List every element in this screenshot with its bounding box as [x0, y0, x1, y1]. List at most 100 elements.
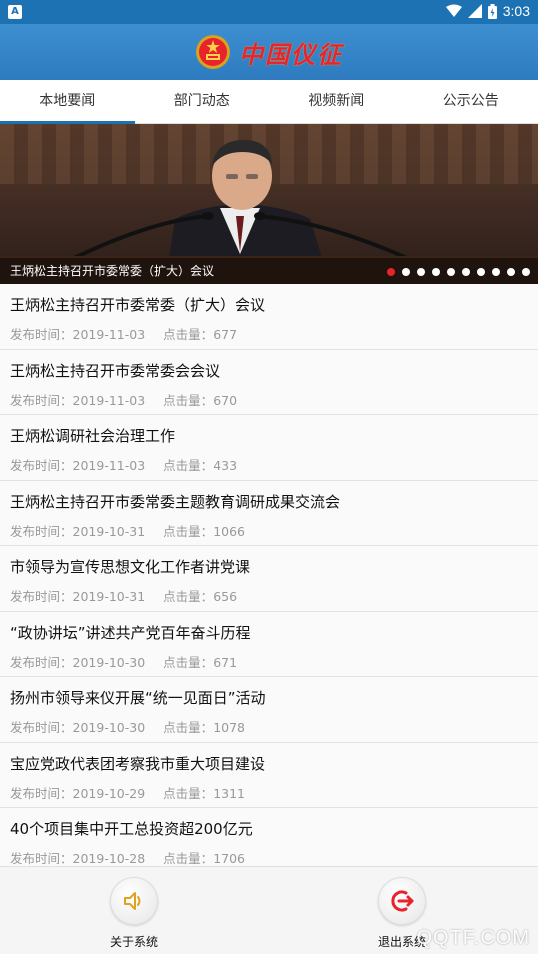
carousel-dot[interactable]: [432, 268, 440, 276]
about-system-button[interactable]: 关于系统: [74, 877, 194, 950]
app-notification-icon: A: [8, 5, 22, 19]
publish-date: 2019-10-28: [72, 851, 146, 866]
click-count-label: 点击量：: [163, 720, 214, 735]
news-title: 王炳松主持召开市委常委（扩大）会议: [10, 296, 266, 314]
battery-icon: [487, 3, 497, 19]
news-item[interactable]: 王炳松主持召开市委常委会会议 发布时间：2019-11-03 点击量：670: [0, 349, 538, 415]
news-meta: 发布时间：2019-11-03 点击量：433: [10, 455, 528, 474]
publish-time-label: 发布时间：: [10, 589, 73, 604]
news-title: 市领导为宣传思想文化工作者讲党课: [10, 558, 251, 576]
click-count: 点击量：671: [163, 652, 237, 671]
click-count-value: 1066: [213, 523, 245, 539]
publish-date: 2019-10-30: [72, 720, 146, 735]
carousel-dot[interactable]: [492, 268, 500, 276]
logout-icon: [391, 890, 414, 912]
click-count: 点击量：1706: [163, 848, 245, 866]
carousel-dot[interactable]: [447, 268, 455, 276]
click-count-label: 点击量：: [163, 589, 214, 604]
click-count: 点击量：656: [163, 586, 237, 605]
click-count-value: 671: [213, 654, 238, 670]
news-title: 扬州市领导来仪开展“统一见面日”活动: [10, 689, 266, 707]
publish-time: 发布时间：2019-10-28: [10, 848, 145, 866]
banner-carousel[interactable]: 王炳松主持召开市委常委（扩大）会议: [0, 124, 538, 284]
news-title: 王炳松调研社会治理工作: [10, 427, 176, 445]
publish-date: 2019-11-03: [72, 392, 146, 408]
news-meta: 发布时间：2019-11-03 点击量：677: [10, 324, 528, 343]
click-count: 点击量：1311: [163, 783, 245, 802]
click-count-label: 点击量：: [163, 523, 214, 539]
app-header: 中国仪征: [0, 24, 538, 80]
publish-date: 2019-10-29: [72, 785, 146, 801]
click-count-label: 点击量：: [163, 458, 214, 473]
click-count: 点击量：1078: [163, 717, 245, 736]
click-count-value: 670: [213, 392, 238, 408]
national-emblem-icon: [196, 35, 230, 69]
publish-time-label: 发布时间：: [10, 720, 73, 735]
news-item[interactable]: 扬州市领导来仪开展“统一见面日”活动 发布时间：2019-10-30 点击量：1…: [0, 677, 538, 743]
news-title: 王炳松主持召开市委常委会会议: [10, 361, 221, 380]
click-count-value: 433: [213, 458, 238, 473]
publish-time-label: 发布时间：: [10, 327, 73, 342]
publish-time-label: 发布时间：: [10, 458, 73, 473]
click-count-value: 677: [213, 327, 238, 342]
news-item[interactable]: “政协讲坛”讲述共产党百年奋斗历程 发布时间：2019-10-30 点击量：67…: [0, 611, 538, 677]
news-meta: 发布时间：2019-10-29 点击量：1311: [10, 783, 528, 802]
publish-time: 发布时间：2019-11-03: [10, 324, 145, 343]
click-count-value: 1311: [213, 785, 245, 801]
publish-time-label: 发布时间：: [10, 392, 73, 408]
publish-time: 发布时间：2019-11-03: [10, 455, 145, 474]
news-meta: 发布时间：2019-10-31 点击量：1066: [10, 521, 528, 540]
publish-date: 2019-11-03: [72, 327, 146, 342]
news-item[interactable]: 王炳松主持召开市委常委（扩大）会议 发布时间：2019-11-03 点击量：67…: [0, 284, 538, 350]
publish-time: 发布时间：2019-10-30: [10, 717, 145, 736]
publish-time: 发布时间：2019-11-03: [10, 390, 145, 409]
click-count-value: 656: [213, 589, 238, 604]
app-title: 中国仪征: [239, 39, 343, 69]
signal-icon: [467, 4, 482, 18]
news-meta: 发布时间：2019-10-31 点击量：656: [10, 586, 528, 605]
carousel-dot[interactable]: [462, 268, 470, 276]
watermark: QQTF.COM: [416, 927, 530, 949]
click-count-value: 1078: [213, 720, 245, 735]
news-item[interactable]: 王炳松调研社会治理工作 发布时间：2019-11-03 点击量：433: [0, 415, 538, 481]
publish-time: 发布时间：2019-10-31: [10, 586, 145, 605]
publish-time-label: 发布时间：: [10, 523, 73, 539]
bottom-bar: 关于系统 退出系统 QQTF.COM: [0, 866, 538, 954]
carousel-dot[interactable]: [387, 268, 395, 276]
news-item[interactable]: 市领导为宣传思想文化工作者讲党课 发布时间：2019-10-31 点击量：656: [0, 546, 538, 612]
carousel-indicators: [387, 268, 530, 276]
carousel-dot[interactable]: [477, 268, 485, 276]
news-meta: 发布时间：2019-10-28 点击量：1706: [10, 848, 528, 866]
publish-time: 发布时间：2019-10-29: [10, 783, 145, 802]
publish-time: 发布时间：2019-10-30: [10, 652, 145, 671]
publish-date: 2019-11-03: [72, 458, 146, 473]
exit-button-circle: [378, 877, 426, 925]
news-list: 王炳松主持召开市委常委（扩大）会议 发布时间：2019-11-03 点击量：67…: [0, 284, 538, 866]
carousel-dot[interactable]: [507, 268, 515, 276]
click-count-label: 点击量：: [163, 392, 214, 408]
carousel-dot[interactable]: [402, 268, 410, 276]
click-count: 点击量：433: [163, 455, 237, 474]
news-item[interactable]: 王炳松主持召开市委常委主题教育调研成果交流会 发布时间：2019-10-31 点…: [0, 480, 538, 546]
about-button-circle: [110, 877, 158, 925]
tab-announcements[interactable]: 公示公告: [404, 80, 538, 123]
news-title: “政协讲坛”讲述共产党百年奋斗历程: [10, 623, 251, 642]
carousel-dot[interactable]: [522, 268, 530, 276]
carousel-dot[interactable]: [417, 268, 425, 276]
click-count: 点击量：670: [163, 390, 237, 409]
news-meta: 发布时间：2019-10-30 点击量：671: [10, 652, 528, 671]
click-count-value: 1706: [213, 851, 245, 866]
tab-video-news[interactable]: 视频新闻: [269, 80, 404, 123]
publish-date: 2019-10-30: [72, 654, 146, 670]
tab-department-news[interactable]: 部门动态: [135, 80, 270, 123]
news-item[interactable]: 宝应党政代表团考察我市重大项目建设 发布时间：2019-10-29 点击量：13…: [0, 742, 538, 808]
publish-date: 2019-10-31: [72, 589, 146, 604]
click-count: 点击量：677: [163, 324, 237, 343]
click-count: 点击量：1066: [163, 521, 245, 540]
click-count-label: 点击量：: [163, 327, 214, 342]
publish-time-label: 发布时间：: [10, 785, 73, 801]
publish-time-label: 发布时间：: [10, 851, 73, 866]
status-bar: A 3:03: [0, 0, 538, 24]
tab-local-news[interactable]: 本地要闻: [0, 80, 135, 124]
news-item[interactable]: 40个项目集中开工总投资超200亿元 发布时间：2019-10-28 点击量：1…: [0, 808, 538, 866]
